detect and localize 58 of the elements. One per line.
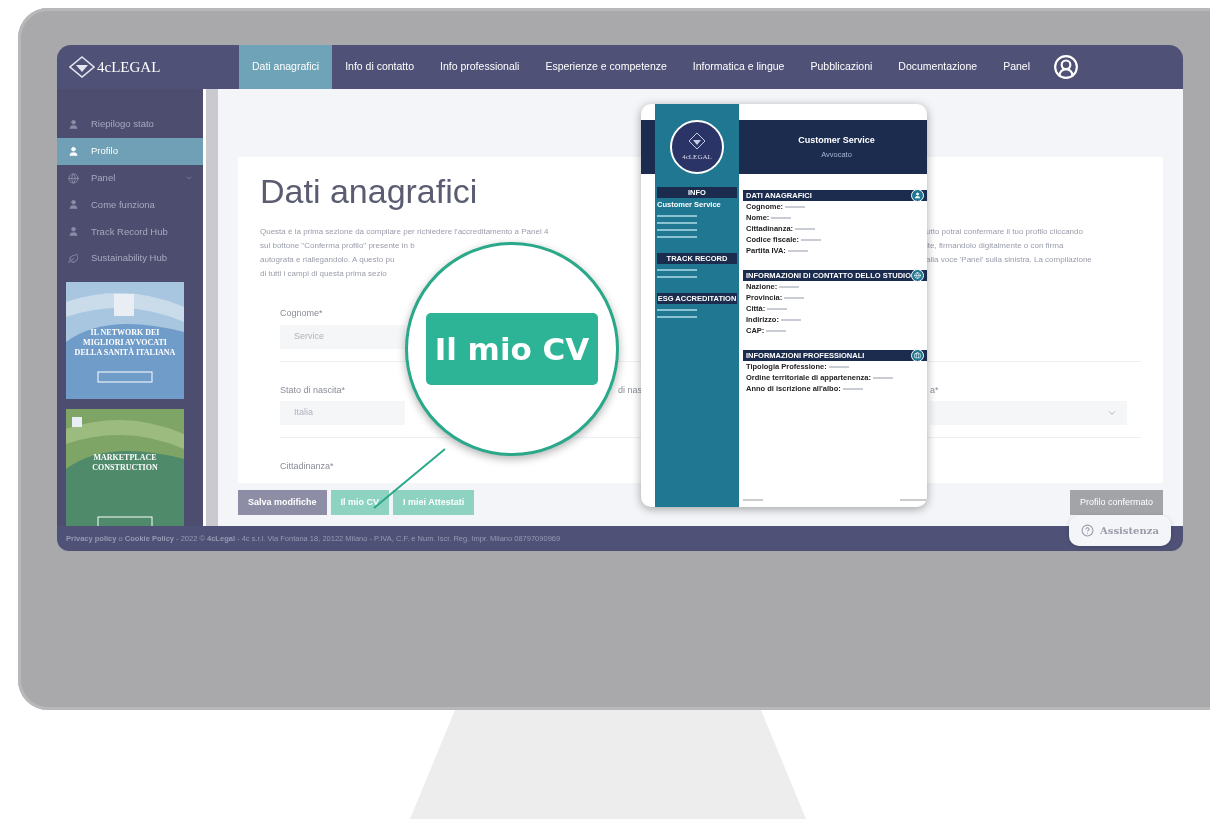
save-button[interactable]: Salva modifiche xyxy=(238,490,327,515)
nav-tab[interactable]: Informatica e lingue xyxy=(679,45,798,89)
intro-text: alla voce 'Panel' sulla sinistra. La compilazione xyxy=(926,254,1093,266)
intro-text: sul bottone "Conferma profilo" presente in b xyxy=(260,240,415,252)
field-label: Cittadinanza* xyxy=(280,460,334,472)
sidebar-item[interactable]: Riepilogo stato xyxy=(57,111,203,138)
field-label: a* xyxy=(930,383,940,397)
banner-text: IL NETWORK DEI MIGLIORI AVVOCATI DELLA SANITÀ ITALIANA xyxy=(73,327,177,358)
person-icon xyxy=(68,118,79,130)
cv-side-line xyxy=(657,316,697,318)
nav-tab[interactable]: Info professionali xyxy=(427,45,533,89)
intro-text: di tutti i campi di questa prima sezio xyxy=(260,268,387,280)
cv-side-line xyxy=(657,229,697,231)
sidebar-item[interactable]: Track Record Hub xyxy=(57,218,203,246)
nav-tab[interactable]: Esperienze e competenze xyxy=(532,45,680,89)
sidebar-item[interactable]: Come funziona xyxy=(57,191,203,219)
input-field[interactable]: Italia xyxy=(280,401,405,425)
cv-footer-line xyxy=(743,499,763,501)
select-field[interactable] xyxy=(930,401,1127,425)
nav-tab[interactable]: Panel xyxy=(990,45,1043,89)
nav-tab[interactable]: Pubblicazioni xyxy=(797,45,886,89)
intro-text: utto potrai confermare il tuo profilo cliccando xyxy=(926,226,1084,238)
diamond-icon xyxy=(69,56,95,78)
page-title: Dati anagrafici xyxy=(260,171,478,211)
intro-text: ite, firmandolo digitalmente o con firma xyxy=(926,240,1065,252)
diamond-icon xyxy=(688,131,706,150)
banner-text: MARKETPLACE CONSTRUCTION xyxy=(91,452,159,473)
cv-side-line xyxy=(657,222,697,224)
intro-text: autografa e riallegandolo. A questo pu xyxy=(260,254,395,266)
intro-text: Questa è la prima sezione da compilare per richiedere l'accreditamento a Panel 4 xyxy=(260,226,549,238)
cv-footer-line xyxy=(900,499,927,501)
cv-side-line xyxy=(657,215,697,217)
help-icon xyxy=(1081,524,1094,537)
globe-icon xyxy=(68,172,79,184)
leaf-icon xyxy=(68,253,79,265)
cv-side-line xyxy=(657,236,697,238)
cv-side-line xyxy=(657,276,697,278)
field-label: Cognome* xyxy=(280,307,324,320)
help-button[interactable]: Assistenza xyxy=(1069,515,1171,546)
nav-tab[interactable]: Documentazione xyxy=(885,45,991,89)
cv-name: Customer Service xyxy=(798,133,875,147)
logo-text: 4cLEGAL xyxy=(97,57,161,77)
cv-side-line xyxy=(657,309,697,311)
sidebar-item[interactable]: Panel xyxy=(57,164,203,192)
avatar-icon[interactable] xyxy=(1053,54,1079,80)
cv-side-line xyxy=(657,269,697,271)
nav-tab[interactable]: Info di contatto xyxy=(332,45,427,89)
person-icon xyxy=(68,199,79,211)
input-field[interactable]: Service xyxy=(280,324,405,349)
nav-tab[interactable]: Dati anagrafici xyxy=(239,45,333,89)
sidebar-item[interactable]: Sustainability Hub xyxy=(57,245,203,272)
person-icon xyxy=(68,226,79,238)
field-label: di nas xyxy=(618,383,643,397)
field-label: Stato di nascita* xyxy=(280,383,347,397)
person-icon xyxy=(68,145,79,157)
cv-button[interactable]: Il mio CV xyxy=(426,313,598,385)
sidebar-item[interactable]: Profilo xyxy=(57,137,203,165)
chevron-down-icon xyxy=(1107,408,1117,418)
